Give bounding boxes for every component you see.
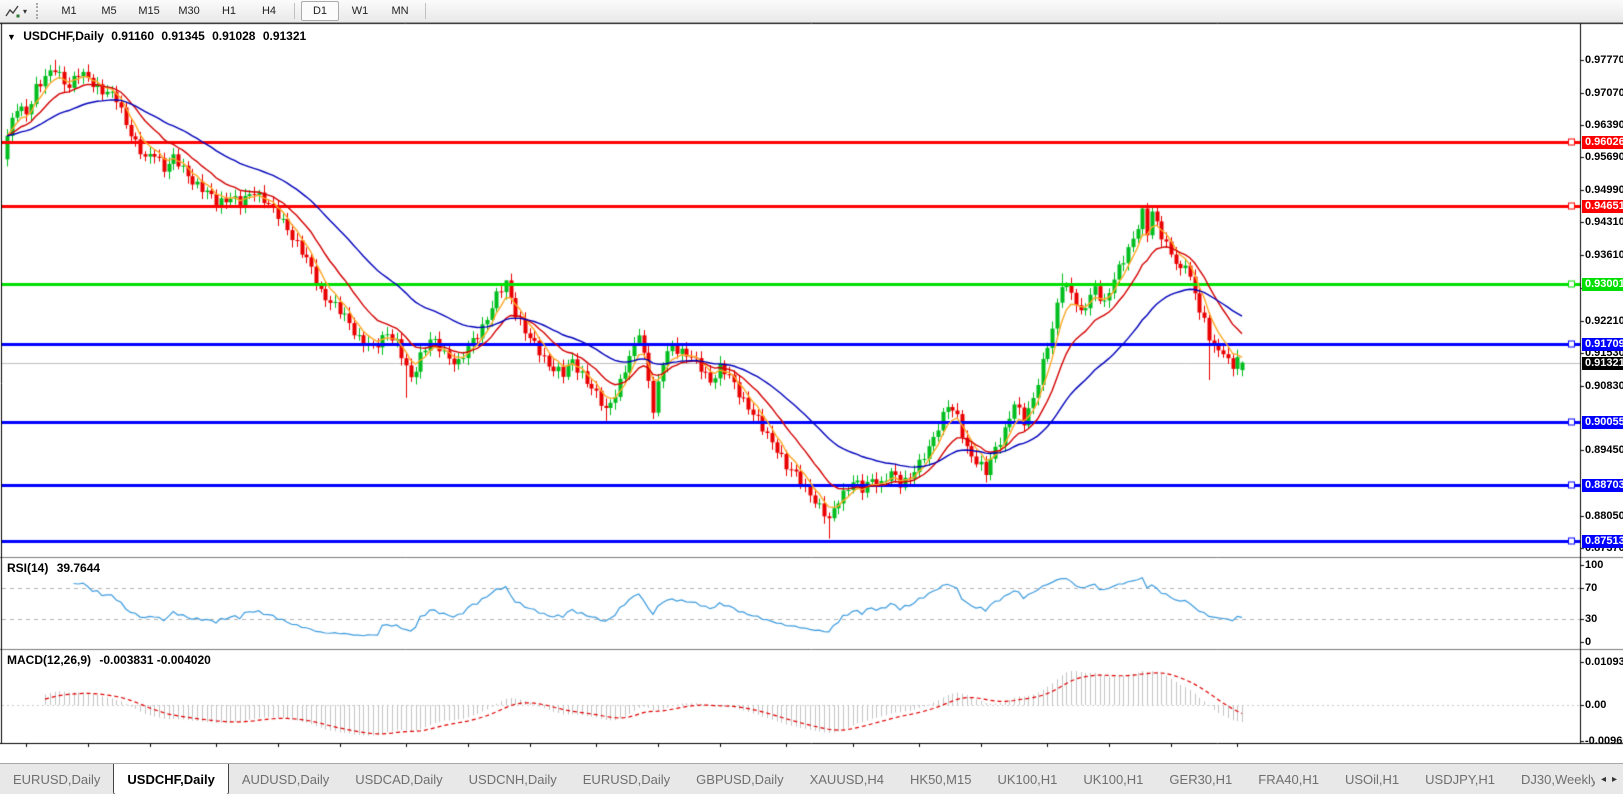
chart-title: ▼ USDCHF,Daily 0.91160 0.91345 0.91028 0… bbox=[7, 29, 310, 43]
macd-axis-tick: 0.010933 bbox=[1585, 656, 1623, 668]
timeframe-button-d1[interactable]: D1 bbox=[301, 1, 340, 21]
hline-price-label[interactable]: 0.93001 bbox=[1582, 278, 1623, 291]
toolbar-separator bbox=[425, 3, 427, 19]
chart-tab-dj30-weekly[interactable]: DJ30,Weekly bbox=[1508, 764, 1595, 794]
hline-price-label[interactable]: 0.96026 bbox=[1582, 136, 1623, 149]
hline-price-label[interactable]: 0.90055 bbox=[1582, 416, 1623, 429]
price-axis-tick: 0.96390 bbox=[1585, 119, 1623, 131]
collapse-icon[interactable]: ▼ bbox=[7, 32, 16, 42]
price-axis-tick: 0.92210 bbox=[1585, 315, 1623, 327]
timeframe-button-mn[interactable]: MN bbox=[381, 1, 419, 21]
price-axis-tick: 0.89450 bbox=[1585, 444, 1623, 456]
hline-price-label[interactable]: 0.87513 bbox=[1582, 535, 1623, 548]
hline-price-label[interactable]: 0.91709 bbox=[1582, 338, 1623, 351]
timeframe-buttons: M1 M5 M15 M30 H1 H4 D1 W1 MN bbox=[49, 1, 431, 21]
toolbar: ▾ M1 M5 M15 M30 H1 H4 D1 W1 MN bbox=[0, 0, 1623, 23]
rsi-axis-tick: 0 bbox=[1585, 636, 1592, 648]
hline-price-label[interactable]: 0.88703 bbox=[1582, 479, 1623, 492]
toolbar-separator bbox=[294, 3, 296, 19]
toolbar-grip[interactable] bbox=[36, 3, 43, 19]
timeframe-button-m1[interactable]: M1 bbox=[50, 1, 88, 21]
chart-tab-ger30-h1[interactable]: GER30,H1 bbox=[1156, 764, 1245, 794]
hline-price-label[interactable]: 0.94651 bbox=[1582, 200, 1623, 213]
chart-tool-icon bbox=[5, 5, 20, 17]
rsi-axis-tick: 30 bbox=[1585, 613, 1598, 625]
current-price-label: 0.91321 bbox=[1582, 357, 1623, 370]
price-axis-tick: 0.97070 bbox=[1585, 87, 1623, 99]
chart-tabs-bar: EURUSD,Daily USDCHF,Daily AUDUSD,Daily USDC… bbox=[0, 763, 1623, 794]
macd-axis-tick: 0.00 bbox=[1585, 699, 1607, 711]
chart-tab-hk50-m15[interactable]: HK50,M15 bbox=[897, 764, 984, 794]
macd-indicator-label: MACD(12,26,9) -0.003831 -0.004020 bbox=[7, 653, 216, 667]
chart-tab-gbpusd-daily[interactable]: GBPUSD,Daily bbox=[683, 764, 796, 794]
ohlc-high: 0.91345 bbox=[161, 29, 205, 43]
chart-tab-usdchf-daily[interactable]: USDCHF,Daily bbox=[113, 764, 229, 794]
tab-scroll-arrows: ◂ ▸ bbox=[1595, 764, 1623, 794]
tab-scroll-right-icon[interactable]: ▸ bbox=[1612, 774, 1617, 785]
price-axis-tick: 0.94310 bbox=[1585, 216, 1623, 228]
chevron-down-icon[interactable]: ▾ bbox=[23, 7, 27, 16]
rsi-axis-tick: 100 bbox=[1585, 559, 1604, 571]
timeframe-button-h4[interactable]: H4 bbox=[250, 1, 288, 21]
rsi-axis-tick: 70 bbox=[1585, 582, 1598, 594]
price-axis-tick: 0.94990 bbox=[1585, 184, 1623, 196]
chart-tab-uk100-h1[interactable]: UK100,H1 bbox=[984, 764, 1070, 794]
chart-tool-button[interactable]: ▾ bbox=[0, 1, 32, 21]
price-axis-tick: 0.93610 bbox=[1585, 249, 1623, 261]
symbol-period-label: USDCHF,Daily bbox=[23, 29, 104, 43]
chart-tab-eurusd-daily[interactable]: EURUSD,Daily bbox=[0, 764, 113, 794]
chart-tab-xauusd-h4[interactable]: XAUUSD,H4 bbox=[797, 764, 897, 794]
chart-tab-audusd-daily[interactable]: AUDUSD,Daily bbox=[229, 764, 342, 794]
timeframe-button-m15[interactable]: M15 bbox=[130, 1, 168, 21]
chart-tab-fra40-h1[interactable]: FRA40,H1 bbox=[1245, 764, 1332, 794]
macd-axis-tick: -0.009653 bbox=[1585, 735, 1623, 747]
ohlc-open: 0.91160 bbox=[111, 29, 155, 43]
price-axis-tick: 0.97770 bbox=[1585, 54, 1623, 66]
tab-scroll-left-icon[interactable]: ◂ bbox=[1601, 774, 1606, 785]
rsi-indicator-label: RSI(14) 39.7644 bbox=[7, 561, 105, 575]
price-axis-tick: 0.90830 bbox=[1585, 380, 1623, 392]
price-axis-tick: 0.95690 bbox=[1585, 151, 1623, 163]
rsi-name: RSI(14) bbox=[7, 561, 49, 575]
timeframe-button-m5[interactable]: M5 bbox=[90, 1, 128, 21]
timeframe-button-m30[interactable]: M30 bbox=[170, 1, 208, 21]
chart-tab-usdcad-daily[interactable]: USDCAD,Daily bbox=[342, 764, 455, 794]
chart-tab-usoil-h1[interactable]: USOil,H1 bbox=[1332, 764, 1412, 794]
chart-tabs: EURUSD,Daily USDCHF,Daily AUDUSD,Daily USDC… bbox=[0, 764, 1595, 794]
macd-values: -0.003831 -0.004020 bbox=[99, 653, 211, 667]
price-chart-canvas[interactable] bbox=[0, 0, 1623, 794]
chart-tab-usdjpy-h1[interactable]: USDJPY,H1 bbox=[1412, 764, 1508, 794]
timeframe-button-w1[interactable]: W1 bbox=[341, 1, 379, 21]
ohlc-low: 0.91028 bbox=[212, 29, 256, 43]
rsi-value: 39.7644 bbox=[56, 561, 101, 575]
macd-name: MACD(12,26,9) bbox=[7, 653, 92, 667]
chart-tab-uk100-h1[interactable]: UK100,H1 bbox=[1070, 764, 1156, 794]
chart-tab-eurusd-daily[interactable]: EURUSD,Daily bbox=[570, 764, 683, 794]
timeframe-button-h1[interactable]: H1 bbox=[210, 1, 248, 21]
ohlc-close: 0.91321 bbox=[262, 29, 307, 43]
price-axis-tick: 0.88050 bbox=[1585, 510, 1623, 522]
mt4-window: ▾ M1 M5 M15 M30 H1 H4 D1 W1 MN ▼ USDCHF,Daily 0.… bbox=[0, 0, 1623, 794]
chart-tab-usdcnh-daily[interactable]: USDCNH,Daily bbox=[456, 764, 570, 794]
